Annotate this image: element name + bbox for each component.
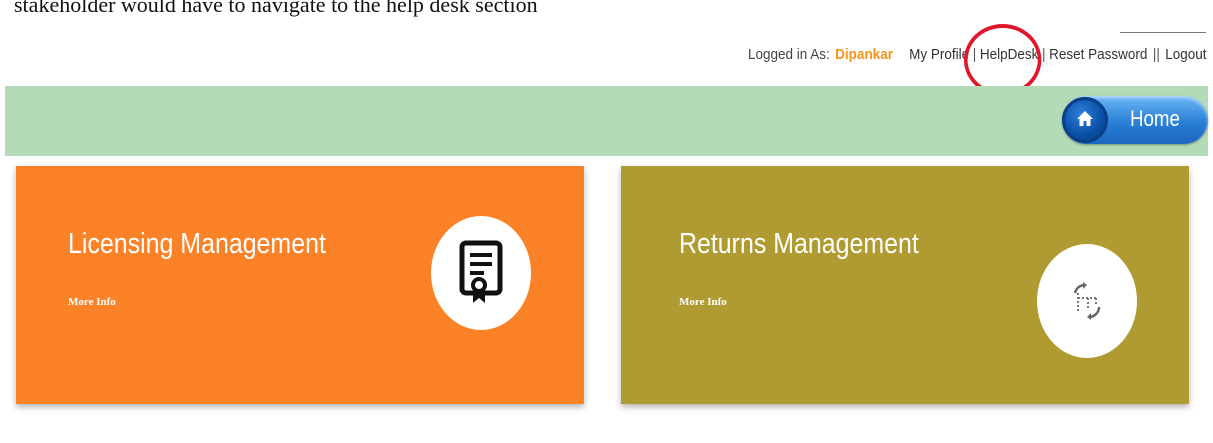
separator: | — [1042, 45, 1046, 63]
card-title: Licensing Management — [68, 228, 326, 260]
user-name: Dipankar — [835, 45, 894, 63]
top-divider — [1120, 32, 1206, 33]
icon-circle — [431, 216, 531, 330]
licensing-management-card[interactable]: Licensing Management More Info — [16, 166, 584, 404]
home-button[interactable]: Home — [1062, 96, 1208, 144]
logged-in-label: Logged in As: — [748, 45, 831, 63]
helpdesk-wrapper: HelpDesk — [964, 23, 1042, 96]
my-profile-link[interactable]: My Profile — [910, 46, 970, 63]
header-bar — [5, 86, 1208, 156]
double-separator: || — [1153, 45, 1161, 63]
returns-flow-icon — [1073, 282, 1101, 320]
card-title: Returns Management — [679, 228, 919, 260]
home-icon-circle — [1062, 97, 1108, 143]
home-label: Home — [1130, 106, 1180, 131]
home-icon — [1077, 111, 1093, 126]
helpdesk-link[interactable]: HelpDesk — [980, 46, 1039, 63]
more-info-link[interactable]: More Info — [68, 296, 116, 308]
more-info-link[interactable]: More Info — [679, 296, 727, 308]
instruction-caption: stakeholder would have to navigate to th… — [14, 0, 538, 17]
certificate-icon — [459, 240, 503, 303]
reset-password-link[interactable]: Reset Password — [1050, 46, 1148, 63]
logout-link[interactable]: Logout — [1166, 46, 1207, 63]
user-toolbar: Logged in As: Dipankar My Profile | Help… — [748, 23, 1207, 96]
icon-circle — [1037, 244, 1137, 358]
separator: | — [973, 45, 977, 63]
returns-management-card[interactable]: Returns Management More Info — [621, 166, 1189, 404]
